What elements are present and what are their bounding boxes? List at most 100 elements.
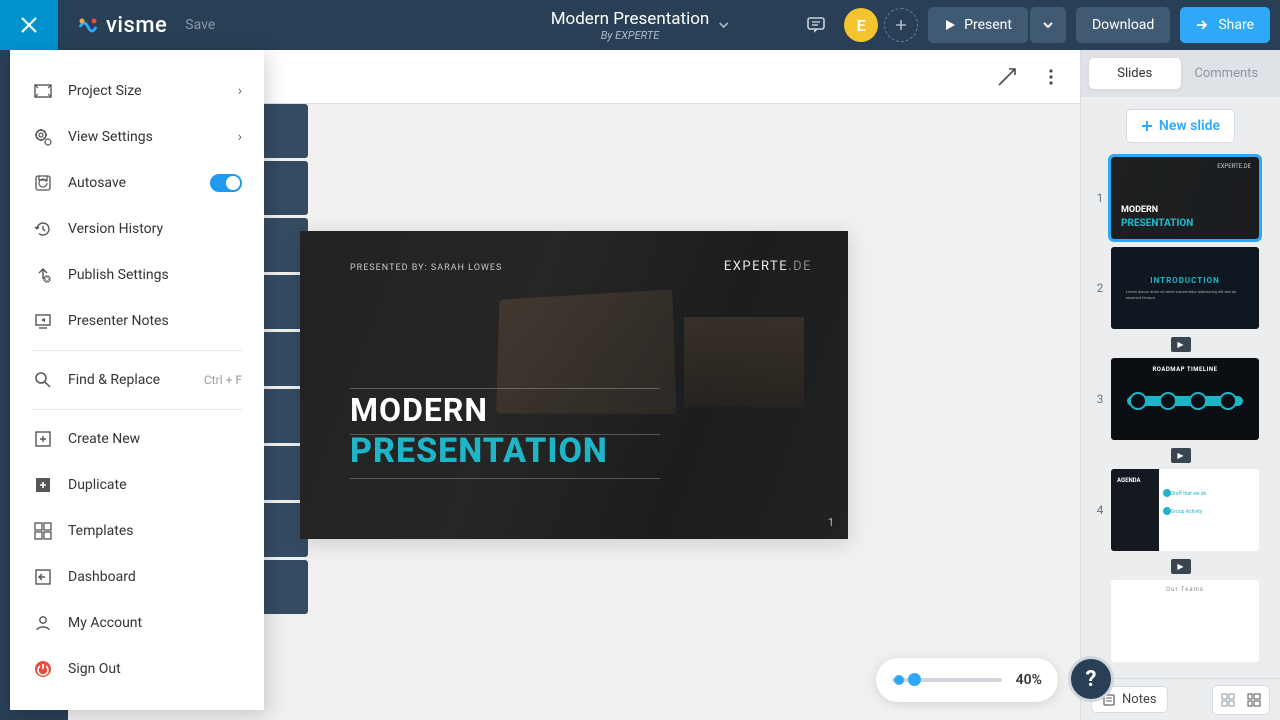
list-view-button[interactable] [1242,689,1266,711]
right-panel: Slides Comments New slide 1 EXPERTE.DE M… [1080,50,1280,720]
zoom-value: 40% [1016,672,1042,688]
power-icon [32,658,54,680]
chevron-down-icon [1042,19,1054,31]
zoom-thumb[interactable] [908,673,921,686]
search-icon [32,369,54,391]
menu-separator [32,350,242,351]
shortcut-label: Ctrl + F [204,373,242,387]
slide-canvas[interactable]: PRESENTED BY: SARAH LOWES EXPERTE.DE MOD… [300,231,848,539]
transition-icon[interactable]: ▶ [1171,559,1191,574]
close-icon [20,16,38,34]
app-header: visme Save Modern Presentation By EXPERT… [0,0,1280,50]
chevron-down-icon [717,19,729,31]
present-dropdown[interactable] [1030,7,1066,43]
comments-button[interactable] [798,7,834,43]
slide-thumb-1[interactable]: EXPERTE.DE MODERN PRESENTATION [1111,157,1259,239]
list-icon [1247,693,1261,707]
share-icon [1196,18,1210,32]
help-button[interactable]: ? [1068,656,1114,702]
download-button[interactable]: Download [1076,7,1170,43]
user-avatar[interactable]: E [844,8,878,42]
grid-icon [1221,693,1235,707]
new-slide-label: New slide [1159,118,1220,134]
zoom-control: 40% ? [876,658,1058,702]
thumb-number: 1 [1089,191,1111,205]
plus-square-icon [32,428,54,450]
slide-thumb-3[interactable]: ROADMAP TIMELINE [1111,358,1259,440]
menu-templates[interactable]: Templates [10,508,264,554]
arrow-icon [996,66,1018,88]
logo-text: visme [106,13,167,38]
logo[interactable]: visme [76,13,167,38]
more-vertical-icon [1042,68,1060,86]
slide-brand: EXPERTE.DE [724,259,812,274]
menu-dashboard[interactable]: Dashboard [10,554,264,600]
menu-my-account[interactable]: My Account [10,600,264,646]
panel-tabs: Slides Comments [1081,50,1280,97]
zoom-slider[interactable] [892,678,1002,682]
plus-icon [1141,120,1153,132]
slide-heading-2: PRESENTATION [350,431,608,471]
view-toggle [1212,685,1270,715]
slide-thumb-5[interactable]: Our Teams [1111,580,1259,662]
duplicate-icon [32,474,54,496]
menu-find-replace[interactable]: Find & Replace Ctrl + F [10,357,264,403]
slide-heading-1: MODERN [350,391,488,429]
transition-icon[interactable]: ▶ [1171,448,1191,463]
new-slide-button[interactable]: New slide [1126,109,1235,143]
add-collaborator-button[interactable] [884,8,918,42]
menu-publish-settings[interactable]: Publish Settings [10,252,264,298]
share-button[interactable]: Share [1180,7,1270,43]
slide-presented-by: PRESENTED BY: SARAH LOWES [350,263,502,273]
project-byline: By EXPERTE [551,29,710,42]
menu-view-settings[interactable]: View Settings › [10,114,264,160]
project-title: Modern Presentation [551,9,710,29]
menu-project-size[interactable]: Project Size › [10,68,264,114]
menu-create-new[interactable]: Create New [10,416,264,462]
grid-view-button[interactable] [1216,689,1240,711]
slide-thumb-2[interactable]: INTRODUCTION Lorem ipsum dolor sit amet … [1111,247,1259,329]
comment-icon [806,15,826,35]
autosave-icon [32,172,54,194]
notes-label: Notes [1122,692,1157,707]
header-actions: E Present Download Share [798,7,1280,43]
thumb-number: 2 [1089,281,1111,295]
present-label: Present [964,17,1012,33]
plus-icon [895,19,907,31]
thumb-row: 1 EXPERTE.DE MODERN PRESENTATION [1089,157,1272,239]
main-menu: Project Size › View Settings › Autosave … [10,50,264,710]
download-label: Download [1092,17,1154,33]
save-link[interactable]: Save [185,17,215,33]
project-size-icon [32,80,54,102]
menu-duplicate[interactable]: Duplicate [10,462,264,508]
transition-icon[interactable]: ▶ [1171,337,1191,352]
arrow-tool[interactable] [992,62,1022,92]
menu-version-history[interactable]: Version History [10,206,264,252]
share-label: Share [1218,17,1254,33]
presenter-icon [32,310,54,332]
thumb-number: 4 [1089,503,1111,517]
menu-sign-out[interactable]: Sign Out [10,646,264,692]
publish-icon [32,264,54,286]
title-area[interactable]: Modern Presentation By EXPERTE [551,9,730,42]
more-tool[interactable] [1036,62,1066,92]
slide-thumb-4[interactable]: AGENDA Stuff that we do Group Activity [1111,469,1259,551]
tab-comments[interactable]: Comments [1181,58,1273,89]
logo-mark-icon [76,13,100,37]
user-icon [32,612,54,634]
templates-icon [32,520,54,542]
slide-number: 1 [828,516,834,529]
menu-autosave[interactable]: Autosave [10,160,264,206]
gear-icon [32,126,54,148]
autosave-toggle[interactable] [210,174,242,192]
menu-separator [32,409,242,410]
menu-presenter-notes[interactable]: Presenter Notes [10,298,264,344]
chevron-right-icon: › [238,83,242,99]
present-button[interactable]: Present [928,7,1028,43]
history-icon [32,218,54,240]
chevron-right-icon: › [238,129,242,145]
close-button[interactable] [0,0,58,50]
dashboard-icon [32,566,54,588]
tab-slides[interactable]: Slides [1089,58,1181,89]
slide-thumbnails: 1 EXPERTE.DE MODERN PRESENTATION 2 INTRO… [1081,151,1280,678]
